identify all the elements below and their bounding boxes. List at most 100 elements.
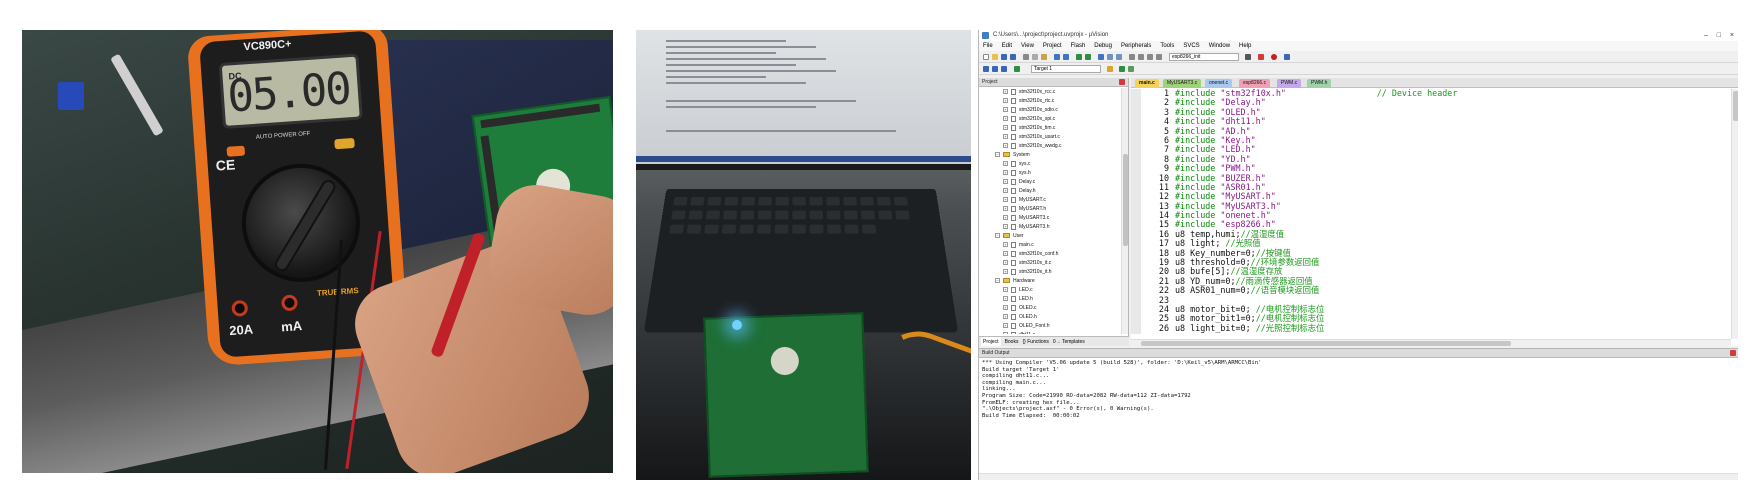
comment-icon[interactable] [1147, 54, 1153, 60]
tree-file[interactable]: + stm32f10x_it.h [979, 268, 1121, 277]
collapse-icon[interactable]: − [995, 152, 1000, 158]
tree-file[interactable]: + stm32f10x_rcc.c [979, 88, 1121, 97]
expand-icon[interactable]: + [1003, 323, 1008, 329]
save-icon[interactable] [1001, 54, 1007, 60]
minimize-button[interactable]: – [1704, 30, 1708, 41]
undo-icon[interactable] [1054, 54, 1060, 60]
settings-icon[interactable] [1284, 54, 1290, 60]
expand-icon[interactable]: + [1003, 314, 1008, 320]
breakpoint-icon[interactable] [1271, 54, 1277, 60]
tree-file[interactable]: + stm32f10x_rtc.c [979, 97, 1121, 106]
cut-icon[interactable] [1023, 54, 1029, 60]
expand-icon[interactable]: + [1003, 170, 1008, 176]
bookmark-prev-icon[interactable] [1107, 54, 1113, 60]
tree-folder[interactable]: − Hardware [979, 277, 1121, 286]
expand-icon[interactable]: + [1003, 242, 1008, 248]
nav-forward-icon[interactable] [1085, 54, 1091, 60]
expand-icon[interactable]: + [1003, 134, 1008, 140]
tree-file[interactable]: + OLED.h [979, 313, 1121, 322]
file-tab[interactable]: PWM.h [1307, 79, 1332, 88]
expand-icon[interactable]: + [1003, 260, 1008, 266]
menu-view[interactable]: View [1021, 41, 1034, 51]
target-options-icon[interactable] [1107, 66, 1113, 72]
bookmark-icon[interactable] [1098, 54, 1104, 60]
expand-icon[interactable]: + [1003, 116, 1008, 122]
find-combo[interactable]: esp8266_init [1169, 53, 1239, 61]
menu-help[interactable]: Help [1239, 41, 1251, 51]
tree-file[interactable]: + MyUSART3.c [979, 214, 1121, 223]
tab-functions[interactable]: {} Functions [1022, 337, 1048, 346]
build-output-scrollbar[interactable] [979, 473, 1738, 480]
target-select[interactable]: Target 1 [1031, 65, 1101, 73]
expand-icon[interactable]: + [1003, 143, 1008, 149]
save-all-icon[interactable] [1010, 54, 1016, 60]
tree-folder[interactable]: − System [979, 151, 1121, 160]
tree-file[interactable]: + MyUSART.h [979, 205, 1121, 214]
expand-icon[interactable]: + [1003, 215, 1008, 221]
unindent-icon[interactable] [1138, 54, 1144, 60]
nav-back-icon[interactable] [1076, 54, 1082, 60]
tree-file[interactable]: + main.c [979, 241, 1121, 250]
menu-file[interactable]: File [983, 41, 993, 51]
find-icon[interactable] [1245, 54, 1251, 60]
tree-file[interactable]: + dht11.c [979, 331, 1121, 334]
expand-icon[interactable]: + [1003, 305, 1008, 311]
expand-icon[interactable]: + [1003, 332, 1008, 334]
tree-file[interactable]: + stm32f10x_usart.c [979, 133, 1121, 142]
expand-icon[interactable]: + [1003, 197, 1008, 203]
open-folder-icon[interactable] [992, 54, 998, 60]
expand-icon[interactable]: + [1003, 206, 1008, 212]
expand-icon[interactable]: + [1003, 269, 1008, 275]
tab-project[interactable]: Project [981, 337, 1001, 346]
expand-icon[interactable]: + [1003, 125, 1008, 131]
editor-vertical-scrollbar[interactable] [1731, 89, 1738, 339]
menu-debug[interactable]: Debug [1094, 41, 1112, 51]
expand-icon[interactable]: + [1003, 296, 1008, 302]
tree-file[interactable]: + sys.h [979, 169, 1121, 178]
code-area[interactable]: 1 #include "stm32f10x.h" // Device header… [1131, 89, 1731, 334]
translate-icon[interactable] [983, 66, 989, 72]
new-file-icon[interactable] [983, 54, 989, 60]
tree-file[interactable]: + MyUSART3.h [979, 223, 1121, 232]
menu-peripherals[interactable]: Peripherals [1121, 41, 1151, 51]
collapse-icon[interactable]: − [995, 278, 1000, 284]
file-tab[interactable]: MyUSART3.c [1163, 79, 1202, 88]
menu-tools[interactable]: Tools [1160, 41, 1174, 51]
menu-edit[interactable]: Edit [1002, 41, 1012, 51]
tree-file[interactable]: + stm32f10x_spi.c [979, 115, 1121, 124]
download-icon[interactable] [1014, 66, 1020, 72]
scroll-thumb[interactable] [1123, 154, 1128, 246]
tab-books[interactable]: Books [1005, 337, 1019, 346]
menu-project[interactable]: Project [1043, 41, 1062, 51]
tree-folder[interactable]: − User [979, 232, 1121, 241]
expand-icon[interactable]: + [1003, 107, 1008, 113]
expand-icon[interactable]: + [1003, 224, 1008, 230]
tree-file[interactable]: + MyUSART.c [979, 196, 1121, 205]
editor-horizontal-scrollbar[interactable] [1131, 339, 1731, 346]
tree-file[interactable]: + stm32f10x_sdio.c [979, 106, 1121, 115]
pack-installer-icon[interactable] [1128, 66, 1134, 72]
scroll-thumb[interactable] [1733, 91, 1738, 121]
menu-flash[interactable]: Flash [1071, 41, 1086, 51]
scroll-thumb[interactable] [1141, 341, 1511, 346]
collapse-icon[interactable]: − [995, 233, 1000, 239]
expand-icon[interactable]: + [1003, 188, 1008, 194]
expand-icon[interactable]: + [1003, 251, 1008, 257]
close-icon[interactable] [1119, 79, 1125, 85]
file-tab[interactable]: PWM.c [1277, 79, 1302, 88]
tree-file[interactable]: + Delay.c [979, 178, 1121, 187]
debug-icon[interactable] [1258, 54, 1264, 60]
tree-file[interactable]: + stm32f10x_it.c [979, 259, 1121, 268]
file-tab[interactable]: esp8266.c [1239, 79, 1271, 88]
paste-icon[interactable] [1041, 54, 1047, 60]
expand-icon[interactable]: + [1003, 89, 1008, 95]
tree-file[interactable]: + LED.h [979, 295, 1121, 304]
bookmark-next-icon[interactable] [1116, 54, 1122, 60]
copy-icon[interactable] [1032, 54, 1038, 60]
tree-file[interactable]: + stm32f10x_tim.c [979, 124, 1121, 133]
build-icon[interactable] [992, 66, 998, 72]
tree-file[interactable]: + stm32f10x_wwdg.c [979, 142, 1121, 151]
expand-icon[interactable]: + [1003, 179, 1008, 185]
rebuild-icon[interactable] [1001, 66, 1007, 72]
close-button[interactable]: × [1730, 30, 1734, 41]
